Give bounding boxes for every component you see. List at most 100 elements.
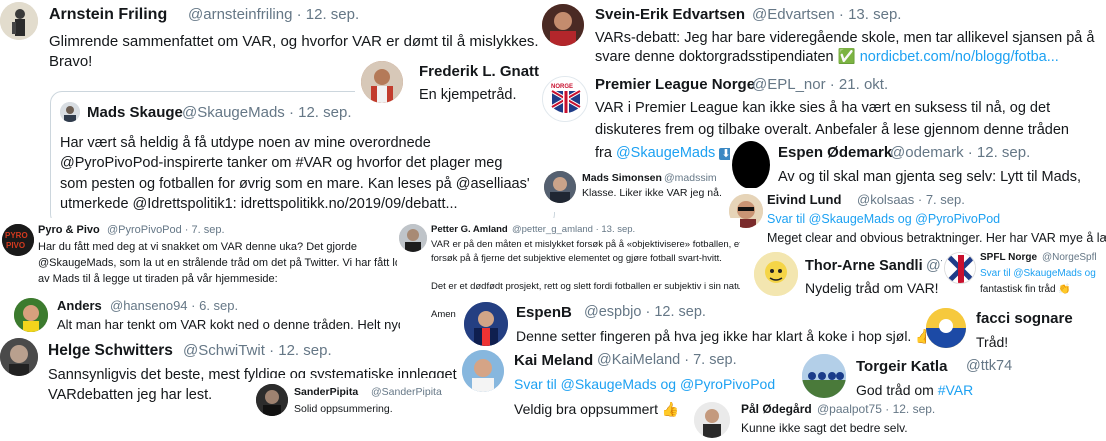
avatar[interactable] xyxy=(0,338,38,376)
tweet-text: Alt man har tenkt om VAR kokt ned o denn… xyxy=(57,317,400,332)
article-link[interactable]: nordicbet.com/no/blogg/fotba... xyxy=(860,49,1059,65)
author-handle[interactable]: @EPL_nor · 21. okt. xyxy=(752,76,888,93)
hashtag-link[interactable]: #VAR xyxy=(938,382,974,398)
tweet-text: En kjempetråd. xyxy=(419,87,517,103)
avatar[interactable] xyxy=(542,4,584,46)
author-handle[interactable]: @NorgeSpfl xyxy=(1042,252,1097,263)
quoted-tweet-mads-skauge[interactable]: Mads Skauge @SkaugeMads · 12. sep. Har v… xyxy=(50,91,555,226)
tweet-text: fra xyxy=(595,145,612,161)
author-name[interactable]: Torgeir Katla xyxy=(856,358,947,375)
author-handle[interactable]: @T xyxy=(926,258,942,274)
author-name[interactable]: Premier League Norge xyxy=(595,76,755,93)
tweet-text: Veldig bra oppsummert xyxy=(514,401,658,417)
author-handle[interactable]: @SchwiTwit · 12. sep. xyxy=(183,342,332,359)
tweet-text-line: VAR er på den måten et mislykket forsøk … xyxy=(431,239,740,250)
mention-link[interactable]: @SkaugeMads xyxy=(616,145,715,161)
tweet-text-line: @SkaugeMads, som la ut en strålende tråd… xyxy=(38,257,400,269)
avatar[interactable] xyxy=(464,302,508,346)
author-handle[interactable]: @arnsteinfriling · 12. sep. xyxy=(188,6,359,23)
author-name[interactable]: Arnstein Friling xyxy=(49,6,167,24)
author-handle[interactable]: @madssim xyxy=(664,172,717,184)
tweet-eivind-lund[interactable]: Eivind Lund @kolsaas · 7. sep. Svar til … xyxy=(725,188,1106,250)
author-name[interactable]: Mads Simonsen xyxy=(582,172,662,184)
author-name[interactable]: EspenB xyxy=(516,304,572,321)
tweet-espen-odemark[interactable]: Espen Ødemark @odemark · 12. sep. Av og … xyxy=(730,138,1106,193)
tweet-svein-erik[interactable]: Svein-Erik Edvartsen @Edvartsen · 13. se… xyxy=(540,0,1106,68)
tweet-text-line: @PyroPivoPod-inspirerte tanker om #VAR o… xyxy=(60,155,503,171)
author-name[interactable]: SanderPipita xyxy=(294,386,358,398)
tweet-text: Solid oppsummering. xyxy=(294,403,393,415)
tweet-frederik[interactable]: Frederik L. Gnatt En kjempetråd. xyxy=(355,55,545,110)
avatar[interactable] xyxy=(399,224,427,252)
avatar[interactable]: PYRO PIVO xyxy=(2,224,34,256)
author-handle[interactable]: @hanseno94 · 6. sep. xyxy=(110,298,238,313)
check-emoji-icon: ✅ xyxy=(837,49,856,65)
avatar[interactable] xyxy=(544,171,576,203)
author-name[interactable]: Pyro & Pivo xyxy=(38,224,100,236)
avatar[interactable] xyxy=(0,2,38,40)
tweet-text: Nydelig tråd om VAR! xyxy=(805,280,939,296)
author-handle[interactable]: @paalpot75 · 12. sep. xyxy=(817,402,935,416)
avatar[interactable] xyxy=(694,402,730,438)
author-name[interactable]: Svein-Erik Edvartsen xyxy=(595,6,745,23)
author-handle[interactable]: @espbjo · 12. sep. xyxy=(584,304,706,320)
tweet-text-line: utmerkede @Idrettspolitik1: idrettspolit… xyxy=(60,196,458,212)
author-name[interactable]: Mads Skauge xyxy=(87,104,183,121)
reply-to-line[interactable]: Svar til @SkaugeMads og xyxy=(980,268,1096,281)
tweet-anders[interactable]: Anders @hanseno94 · 6. sep. Alt man har … xyxy=(0,292,400,336)
author-name[interactable]: Helge Schwitters xyxy=(48,342,173,360)
author-name[interactable]: facci sognare xyxy=(976,310,1073,327)
tweet-pyro-pivo[interactable]: PYRO PIVO Pyro & Pivo @PyroPivoPod · 7. s… xyxy=(0,218,400,294)
reply-to-line[interactable]: Svar til @SkaugeMads og @PyroPivoPod xyxy=(514,376,775,394)
author-name[interactable]: Eivind Lund xyxy=(767,192,841,207)
author-name[interactable]: Pål Ødegård xyxy=(741,402,812,416)
tweet-facci-sognare[interactable]: facci sognare Tråd! xyxy=(926,306,1106,358)
tweet-text: fantastisk fin tråd 👏 xyxy=(980,284,1071,295)
tweet-text: VARdebatten jeg har lest. xyxy=(48,387,213,403)
author-handle[interactable]: @SkaugeMads · 12. sep. xyxy=(182,104,351,121)
tweet-text: svare denne doktorgradsstipendiaten xyxy=(595,49,834,65)
thumbs-up-emoji-icon: 👍 xyxy=(661,401,680,417)
author-handle[interactable]: @petter_g_amland · 13. sep. xyxy=(512,224,635,235)
avatar[interactable] xyxy=(732,141,770,189)
author-name[interactable]: Petter G. Amland xyxy=(431,224,508,235)
tweet-text: Glimrende sammenfattet om VAR, og hvorfo… xyxy=(49,33,539,50)
tweet-mads-simonsen[interactable]: Mads Simonsen @madssim Klasse. Liker ikk… xyxy=(540,166,730,212)
avatar[interactable] xyxy=(926,308,966,348)
author-name[interactable]: Espen Ødemark xyxy=(778,144,892,161)
tweet-text: Kunne ikke sagt det bedre selv. xyxy=(741,421,908,435)
tweet-text-line: fra @SkaugeMads ⬇ xyxy=(595,144,733,163)
tweet-text-line: VAR i Premier League kan ikke sies å ha … xyxy=(595,100,1051,116)
tweet-espenb[interactable]: EspenB @espbjo · 12. sep. Denne setter f… xyxy=(460,298,926,350)
reply-to-line[interactable]: Svar til @SkaugeMads og @PyroPivoPod xyxy=(767,211,1000,227)
tweet-sander-pipita[interactable]: SanderPipita @SanderPipita Solid oppsumm… xyxy=(254,378,454,426)
avatar[interactable] xyxy=(14,298,48,332)
author-name[interactable]: Kai Meland xyxy=(514,352,593,369)
author-handle[interactable]: @ttk74 xyxy=(966,358,1012,374)
tweet-thor-arne[interactable]: Thor-Arne Sandli @T Nydelig tråd om VAR! xyxy=(752,246,942,302)
avatar[interactable] xyxy=(256,384,288,416)
author-handle[interactable]: @PyroPivoPod · 7. sep. xyxy=(107,224,225,236)
author-name[interactable]: Anders xyxy=(57,298,102,313)
author-name[interactable]: Thor-Arne Sandli xyxy=(805,258,923,274)
tweet-pal-odegard[interactable]: Pål Ødegård @paalpot75 · 12. sep. Kunne … xyxy=(690,398,950,441)
author-handle[interactable]: @Edvartsen · 13. sep. xyxy=(752,6,901,23)
author-name[interactable]: Frederik L. Gnatt xyxy=(419,63,539,80)
avatar xyxy=(60,102,80,122)
avatar[interactable] xyxy=(944,252,976,284)
avatar[interactable] xyxy=(754,252,798,296)
author-name[interactable]: SPFL Norge xyxy=(980,252,1037,263)
avatar[interactable] xyxy=(802,354,846,398)
author-handle[interactable]: @kolsaas · 7. sep. xyxy=(857,192,965,207)
avatar[interactable] xyxy=(361,61,403,103)
tweet-spfl-norge[interactable]: SPFL Norge @NorgeSpfl Svar til @SkaugeMa… xyxy=(944,248,1106,306)
author-handle[interactable]: @odemark · 12. sep. xyxy=(890,144,1030,161)
author-handle[interactable]: @KaiMeland · 7. sep. xyxy=(597,352,737,368)
avatar[interactable]: NORGE xyxy=(542,76,588,122)
tweet-text: VARs-debatt: Jeg har bare videregående s… xyxy=(595,30,1095,46)
author-handle[interactable]: @SanderPipita xyxy=(371,386,442,398)
tweet-torgeir-katla[interactable]: Torgeir Katla @ttk74 God tråd om #VAR xyxy=(800,352,1106,402)
avatar[interactable] xyxy=(462,350,504,392)
tweet-text-line: Har vært så heldig å få utdype noen av m… xyxy=(60,135,431,151)
tweet-text-line: Har du fått med deg at vi snakket om VAR… xyxy=(38,241,357,253)
